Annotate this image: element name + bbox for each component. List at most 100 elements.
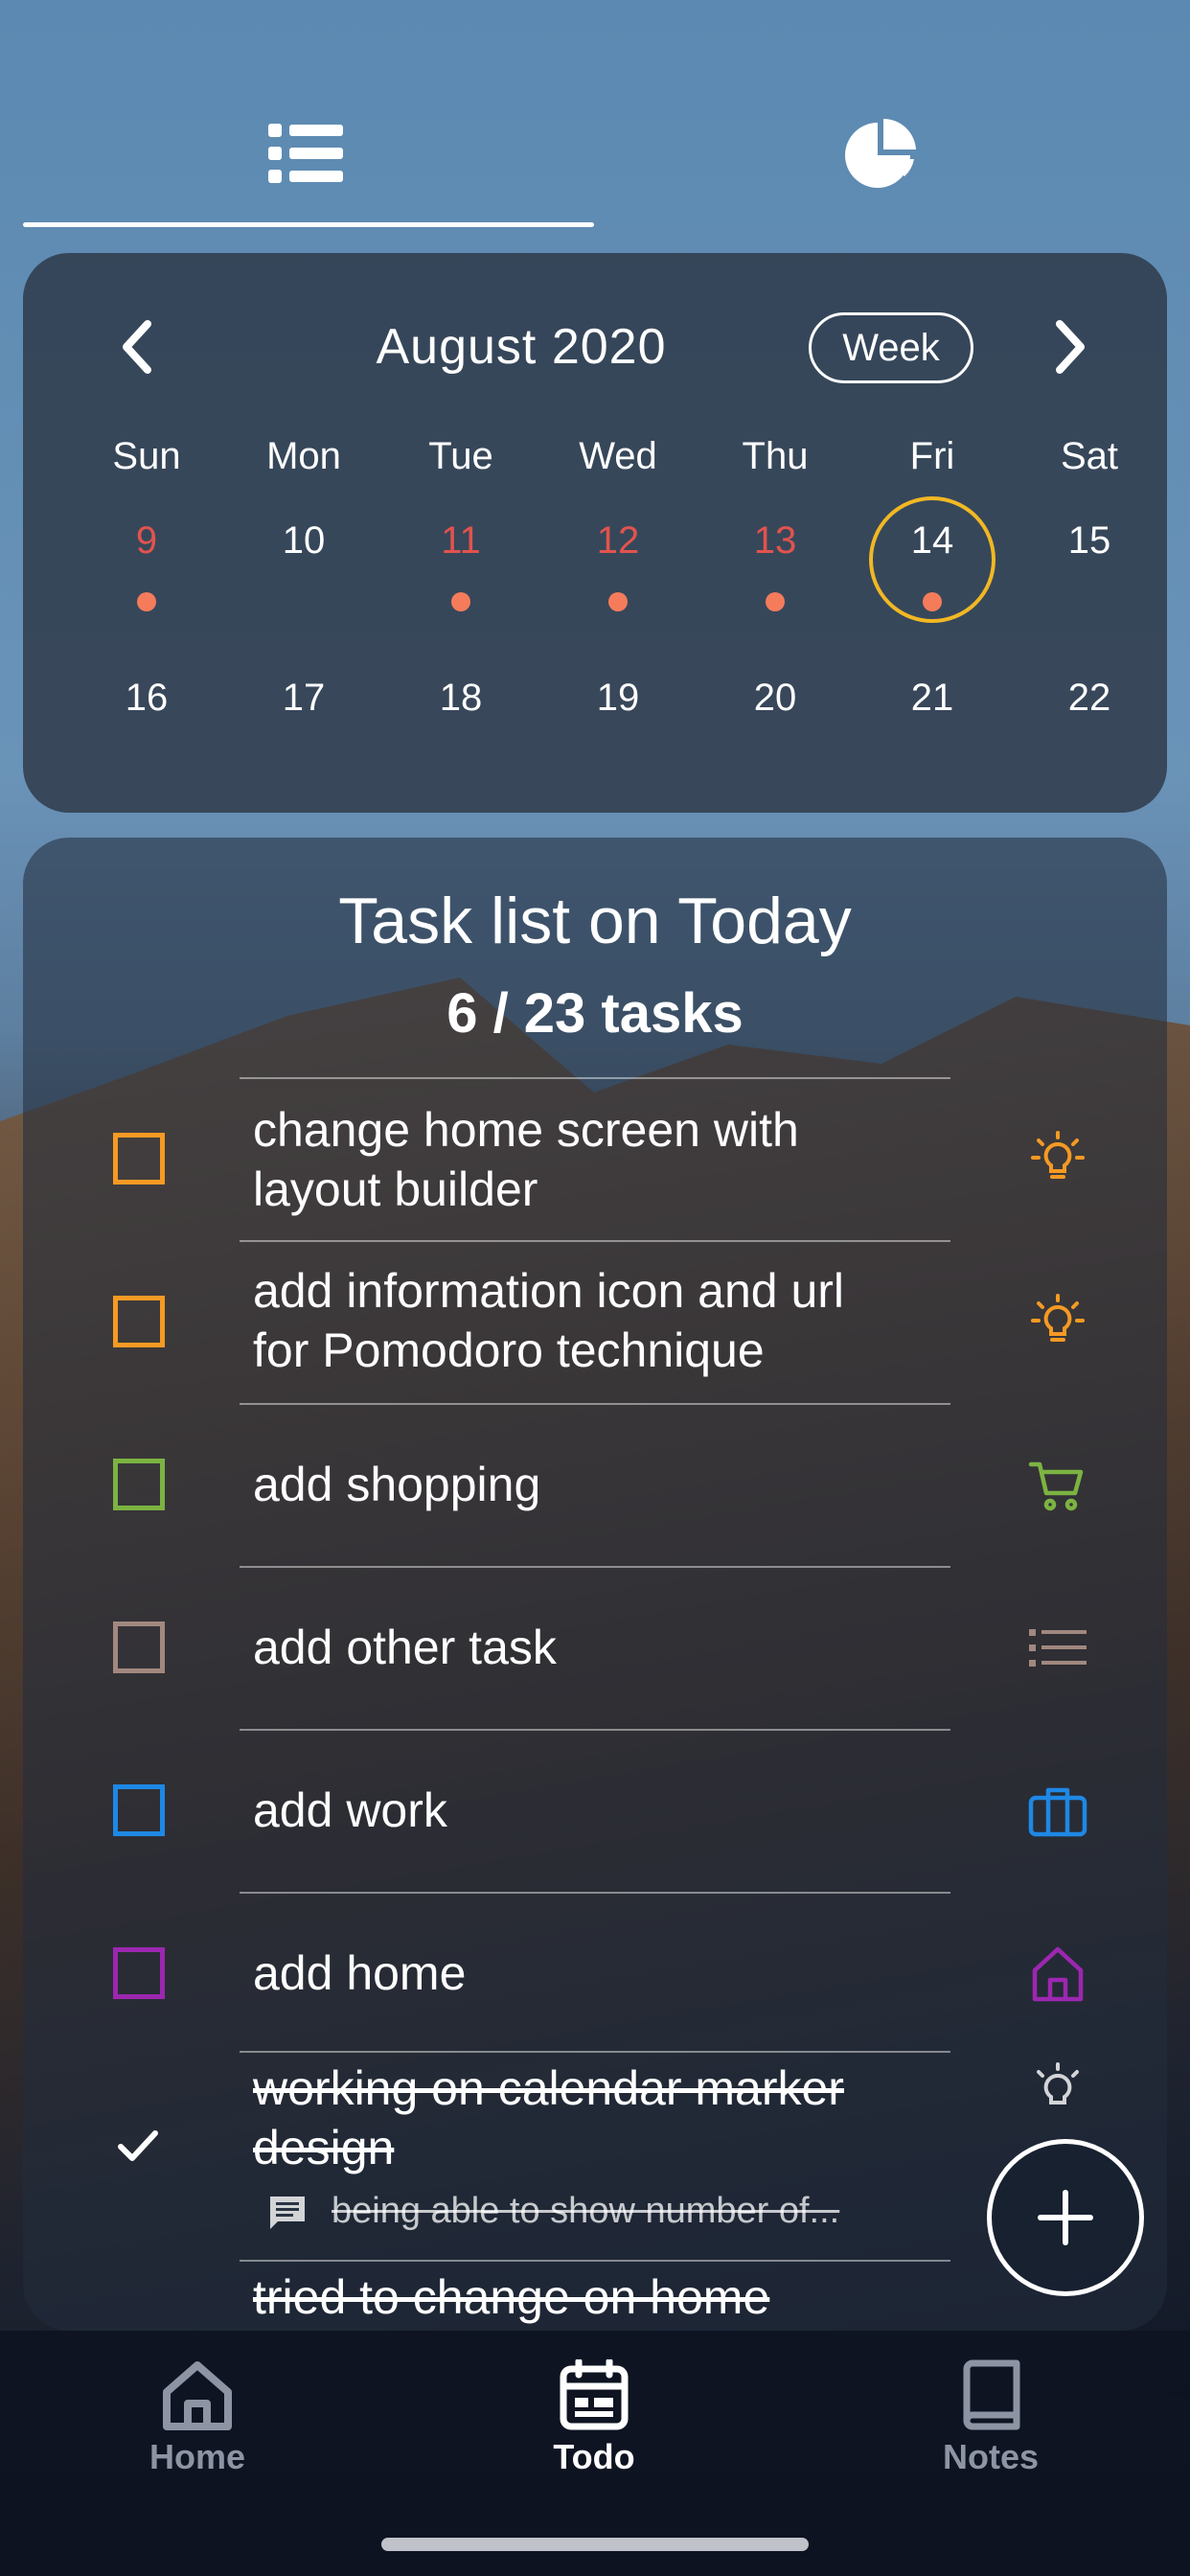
nav-home[interactable]: Home bbox=[82, 2359, 312, 2477]
chevron-right-icon bbox=[1056, 320, 1085, 374]
calendar-day[interactable]: 18 bbox=[382, 654, 539, 759]
home-indicator bbox=[381, 2538, 809, 2551]
month-label: August 2020 bbox=[376, 319, 667, 375]
task-text-line: change home screen with bbox=[253, 1103, 799, 1157]
weekday-wed: Wed bbox=[579, 435, 657, 477]
day-number: 19 bbox=[596, 677, 640, 719]
day-number: 21 bbox=[910, 677, 954, 719]
calendar-day[interactable]: 22 bbox=[1011, 654, 1168, 759]
task-text: add shopping bbox=[253, 1458, 541, 1511]
task-note: being able to show number of... bbox=[332, 2191, 840, 2231]
calendar-day[interactable]: 13 bbox=[697, 496, 854, 611]
calendar-day[interactable]: 9 bbox=[68, 496, 225, 611]
chevron-left-icon bbox=[123, 320, 151, 374]
calendar-day[interactable]: 17 bbox=[225, 654, 382, 759]
calendar-day[interactable]: 20 bbox=[697, 654, 854, 759]
tab-list[interactable] bbox=[19, 96, 594, 211]
task-row[interactable]: change home screen with layout builder bbox=[23, 1079, 1167, 1240]
task-row[interactable]: add information icon and url for Pomodor… bbox=[23, 1242, 1167, 1403]
task-checkbox[interactable] bbox=[113, 1296, 165, 1347]
calendar-day-selected[interactable]: 14 bbox=[854, 496, 1011, 623]
week-view-toggle[interactable]: Week bbox=[809, 312, 973, 383]
task-text-line: design bbox=[253, 2121, 395, 2174]
list-icon bbox=[1019, 1610, 1096, 1687]
shopping-cart-icon bbox=[1019, 1447, 1096, 1524]
lightbulb-icon bbox=[1019, 1284, 1096, 1361]
day-number: 10 bbox=[282, 519, 326, 562]
task-checkbox[interactable] bbox=[113, 1784, 165, 1836]
task-checkbox[interactable] bbox=[113, 1459, 165, 1510]
day-number: 11 bbox=[441, 519, 481, 562]
task-marker-dot bbox=[137, 592, 156, 611]
calendar-day[interactable]: 15 bbox=[1011, 496, 1168, 602]
day-number: 13 bbox=[753, 519, 797, 562]
task-checkbox[interactable] bbox=[113, 1622, 165, 1673]
task-text: add home bbox=[253, 1946, 467, 2000]
task-text-line: add information icon and url bbox=[253, 1264, 845, 1318]
task-checkbox[interactable] bbox=[113, 1133, 165, 1184]
calendar-day[interactable]: 12 bbox=[539, 496, 697, 611]
task-row[interactable]: add home bbox=[23, 1894, 1167, 2055]
home-icon bbox=[163, 2361, 232, 2430]
active-tab-indicator bbox=[23, 222, 594, 227]
nav-home-label: Home bbox=[149, 2437, 246, 2476]
day-number: 22 bbox=[1067, 677, 1111, 719]
task-checkbox[interactable] bbox=[113, 1947, 165, 1999]
briefcase-icon bbox=[1019, 1773, 1096, 1850]
task-marker-dot bbox=[608, 592, 628, 611]
calendar-header: August 2020 Week bbox=[23, 309, 1167, 385]
comment-icon bbox=[270, 2196, 305, 2229]
calendar-day[interactable]: 11 bbox=[382, 496, 539, 611]
calendar-day[interactable]: 21 bbox=[854, 654, 1011, 759]
weekday-thu: Thu bbox=[742, 435, 809, 477]
day-number: 17 bbox=[282, 677, 326, 719]
top-tabs bbox=[0, 0, 1190, 230]
task-text: working on calendar marker design bbox=[253, 2058, 981, 2177]
day-number: 18 bbox=[439, 677, 483, 719]
task-list-title: Task list on Today bbox=[338, 885, 852, 957]
task-list-card: Task list on Today 6 / 23 tasks change h… bbox=[23, 838, 1167, 2331]
day-number: 9 bbox=[135, 519, 158, 562]
task-text-line: layout builder bbox=[253, 1162, 538, 1216]
tab-statistics[interactable] bbox=[594, 96, 1169, 211]
add-task-button[interactable] bbox=[987, 2139, 1144, 2296]
weekday-fri: Fri bbox=[909, 435, 955, 477]
task-marker-dot bbox=[766, 592, 785, 611]
nav-notes[interactable]: Notes bbox=[876, 2359, 1106, 2477]
nav-notes-label: Notes bbox=[942, 2437, 1040, 2476]
weekday-sat: Sat bbox=[1060, 435, 1119, 477]
task-count: 6 / 23 tasks bbox=[446, 982, 744, 1045]
checkmark-icon[interactable] bbox=[117, 2129, 159, 2162]
previous-month-button[interactable] bbox=[98, 309, 174, 385]
calendar-day[interactable]: 10 bbox=[225, 496, 382, 602]
task-marker-dot bbox=[923, 592, 942, 611]
plus-icon bbox=[1038, 2190, 1093, 2245]
list-icon bbox=[268, 124, 343, 183]
day-number: 15 bbox=[1067, 519, 1111, 562]
calendar-day[interactable]: 19 bbox=[539, 654, 697, 759]
pie-chart-icon bbox=[845, 118, 916, 188]
home-icon bbox=[1019, 1936, 1096, 2012]
next-month-button[interactable] bbox=[1033, 309, 1110, 385]
task-text: add information icon and url for Pomodor… bbox=[253, 1261, 981, 1380]
weekday-mon: Mon bbox=[266, 435, 341, 477]
day-number: 12 bbox=[596, 519, 640, 562]
task-text: add work bbox=[253, 1783, 447, 1837]
task-row-completed[interactable]: tried to change on home bbox=[23, 2262, 1167, 2331]
task-row[interactable]: add other task bbox=[23, 1568, 1167, 1729]
weekday-tue: Tue bbox=[428, 435, 493, 477]
task-text-line: for Pomodoro technique bbox=[253, 1323, 765, 1377]
weekday-header: Sun Mon Tue Wed Thu Fri Sat bbox=[23, 435, 1167, 493]
book-icon bbox=[963, 2359, 1020, 2430]
day-number: 16 bbox=[125, 677, 169, 719]
task-text: change home screen with layout builder bbox=[253, 1100, 981, 1219]
calendar-icon bbox=[560, 2358, 629, 2430]
task-row[interactable]: add shopping bbox=[23, 1405, 1167, 1566]
task-text: add other task bbox=[253, 1621, 557, 1674]
lightbulb-icon bbox=[1019, 2053, 1096, 2129]
calendar-card: August 2020 Week Sun Mon Tue Wed Thu Fri… bbox=[23, 253, 1167, 813]
task-row[interactable]: add work bbox=[23, 1731, 1167, 1892]
calendar-day[interactable]: 16 bbox=[68, 654, 225, 759]
nav-todo[interactable]: Todo bbox=[479, 2358, 709, 2477]
task-text: tried to change on home bbox=[253, 2270, 770, 2324]
